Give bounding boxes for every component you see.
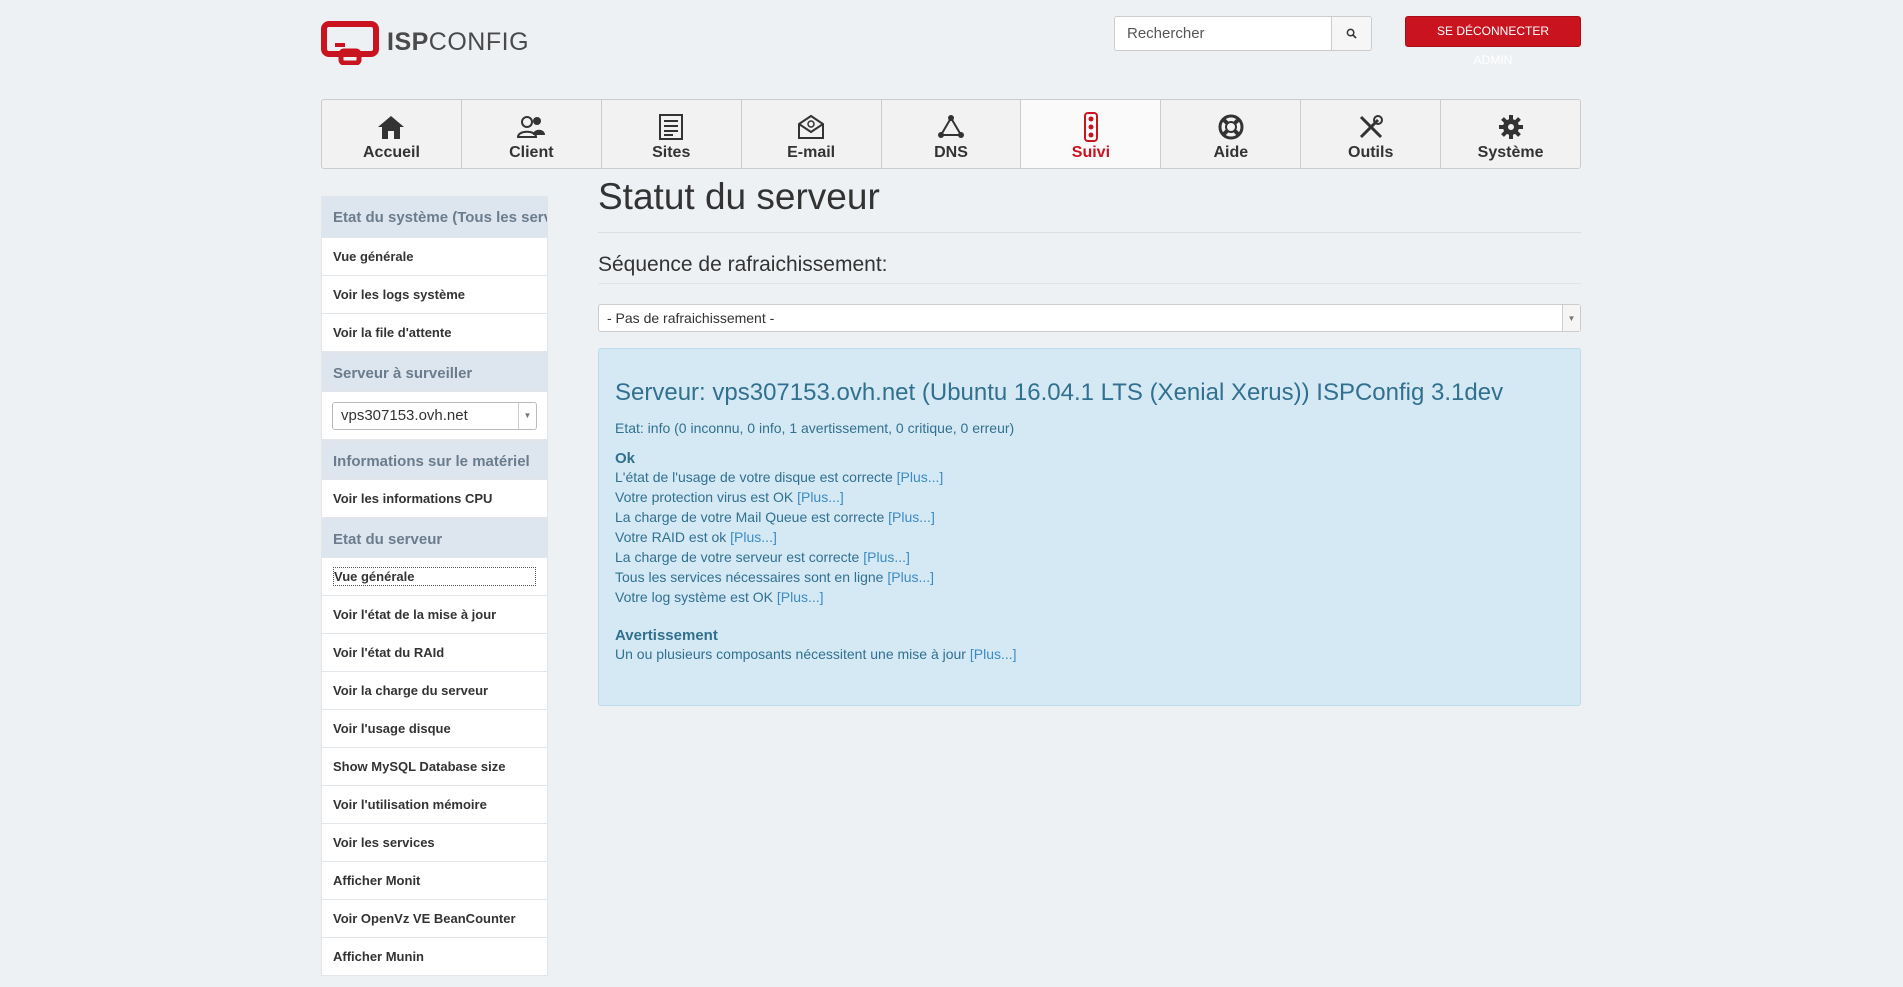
refresh-label: Séquence de rafraichissement: <box>598 253 1581 284</box>
status-line: Votre log système est OK [Plus...] <box>615 589 824 605</box>
sidebar: Etat du système (Tous les serveurs) Vue … <box>321 196 548 976</box>
sidebar-item-monit[interactable]: Afficher Monit <box>321 862 548 900</box>
server-select[interactable]: vps307153.ovh.net ▼ <box>332 401 537 430</box>
nav-label: Suivi <box>1071 144 1111 161</box>
sidebar-item-overview[interactable]: Vue générale <box>321 238 548 276</box>
status-line: L'état de l'usage de votre disque est co… <box>615 469 944 485</box>
warning-line: Un ou plusieurs composants nécessitent u… <box>615 646 1017 662</box>
nav-tab-client[interactable]: Client <box>462 100 602 168</box>
warning-section-title: Avertissement <box>615 627 718 644</box>
nav-tab-email[interactable]: E-mail <box>742 100 882 168</box>
sidebar-item-services[interactable]: Voir les services <box>321 824 548 862</box>
nav-label: Sites <box>652 144 691 161</box>
nav-label: Outils <box>1348 144 1394 161</box>
status-summary: Etat: info (0 inconnu, 0 info, 1 avertis… <box>615 420 1015 436</box>
sidebar-heading-system-status: Etat du système (Tous les serveurs) <box>321 196 548 238</box>
more-link[interactable]: [Plus...] <box>730 529 777 545</box>
sidebar-heading-hardware: Informations sur le matériel <box>321 440 548 480</box>
nav-tab-suivi[interactable]: Suivi <box>1021 100 1162 168</box>
ispconfig-logo[interactable]: ISPCONFIG <box>321 20 529 65</box>
status-line: Tous les services nécessaires sont en li… <box>615 569 935 585</box>
status-line: Votre protection virus est OK [Plus...] <box>615 489 844 505</box>
nav-tab-aide[interactable]: Aide <box>1161 100 1302 168</box>
search-button[interactable] <box>1331 16 1372 51</box>
list-icon <box>656 112 686 142</box>
nav-label: Accueil <box>362 144 420 161</box>
nav-tab-accueil[interactable]: Accueil <box>322 100 462 168</box>
mail-icon <box>796 112 826 142</box>
search-input[interactable] <box>1114 16 1331 51</box>
sidebar-item-memory-usage[interactable]: Voir l'utilisation mémoire <box>321 786 548 824</box>
search-form <box>1114 16 1372 51</box>
sidebar-heading-server-monitor: Serveur à surveiller <box>321 352 548 392</box>
page-title: Statut du serveur <box>598 176 1581 233</box>
logo-text: ISPCONFIG <box>387 28 530 56</box>
network-icon <box>936 112 966 142</box>
more-link[interactable]: [Plus...] <box>970 646 1017 662</box>
server-select-container: vps307153.ovh.net ▼ <box>321 392 548 440</box>
sidebar-item-update-status[interactable]: Voir l'état de la mise à jour <box>321 596 548 634</box>
server-heading: Serveur: vps307153.ovh.net (Ubuntu 16.04… <box>615 379 1504 406</box>
sidebar-heading-server-status: Etat du serveur <box>321 518 548 558</box>
sidebar-item-disk-usage[interactable]: Voir l'usage disque <box>321 710 548 748</box>
status-line: La charge de votre Mail Queue est correc… <box>615 509 935 525</box>
home-icon <box>376 112 406 142</box>
status-line: Votre RAID est ok [Plus...] <box>615 529 777 545</box>
sidebar-item-server-load[interactable]: Voir la charge du serveur <box>321 672 548 710</box>
nav-tab-sites[interactable]: Sites <box>602 100 742 168</box>
logout-button[interactable]: SE DÉCONNECTER ADMIN <box>1405 16 1581 67</box>
nav-tab-outils[interactable]: Outils <box>1301 100 1442 168</box>
sidebar-item-munin[interactable]: Afficher Munin <box>321 938 548 976</box>
nav-label: Système <box>1477 144 1544 161</box>
sidebar-item-mysql-size[interactable]: Show MySQL Database size <box>321 748 548 786</box>
more-link[interactable]: [Plus...] <box>887 569 934 585</box>
nav-tab-dns[interactable]: DNS <box>882 100 1022 168</box>
search-icon <box>1346 28 1357 39</box>
more-link[interactable]: [Plus...] <box>888 509 935 525</box>
nav-tab-systeme[interactable]: Système <box>1441 100 1580 168</box>
more-link[interactable]: [Plus...] <box>797 489 844 505</box>
status-line: La charge de votre serveur est correcte … <box>615 549 910 565</box>
refresh-select[interactable]: - Pas de rafraichissement - ▼ <box>598 304 1581 332</box>
sidebar-item-beancounter[interactable]: Voir OpenVz VE BeanCounter <box>321 900 548 938</box>
nav-label: Client <box>509 144 554 161</box>
users-icon <box>516 112 546 142</box>
chevron-down-icon: ▼ <box>518 402 536 429</box>
nav-label: E-mail <box>787 144 836 161</box>
server-select-value: vps307153.ovh.net <box>341 407 468 424</box>
gear-icon <box>1496 112 1526 142</box>
traffic-light-icon <box>1076 112 1106 142</box>
more-link[interactable]: [Plus...] <box>777 589 824 605</box>
sidebar-item-server-overview[interactable]: Vue générale <box>321 558 548 596</box>
tools-icon <box>1356 112 1386 142</box>
more-link[interactable]: [Plus...] <box>863 549 910 565</box>
logo-mark-icon <box>321 20 379 65</box>
server-status-panel: Serveur: vps307153.ovh.net (Ubuntu 16.04… <box>598 348 1581 706</box>
more-link[interactable]: [Plus...] <box>897 469 944 485</box>
sidebar-item-cpu-info[interactable]: Voir les informations CPU <box>321 480 548 518</box>
ok-section-title: Ok <box>615 450 636 467</box>
nav-label: DNS <box>934 144 968 161</box>
refresh-select-value: - Pas de rafraichissement - <box>607 310 775 326</box>
main-content: Statut du serveur Séquence de rafraichis… <box>598 176 1581 706</box>
chevron-down-icon: ▼ <box>1562 305 1580 331</box>
sidebar-item-system-logs[interactable]: Voir les logs système <box>321 276 548 314</box>
sidebar-item-raid-status[interactable]: Voir l'état du RAId <box>321 634 548 672</box>
sidebar-item-queue[interactable]: Voir la file d'attente <box>321 314 548 352</box>
nav-label: Aide <box>1213 144 1249 161</box>
main-navigation: Accueil Client Sites E-mail DNS Suivi Ai… <box>321 99 1581 169</box>
lifebuoy-icon <box>1216 112 1246 142</box>
